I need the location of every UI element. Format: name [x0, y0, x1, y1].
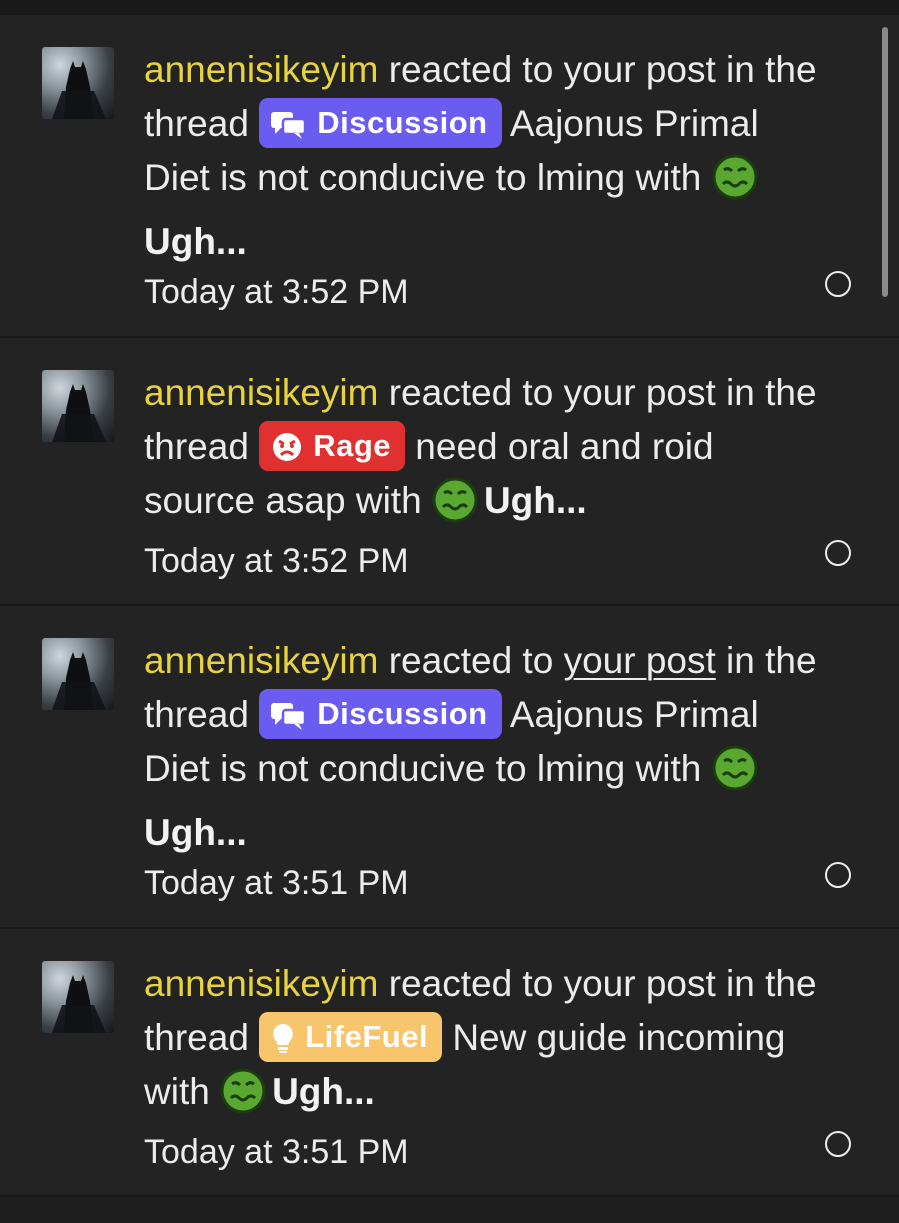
notification-item[interactable]: annenisikeyim reacted to your post in th…	[0, 338, 899, 606]
scrollbar[interactable]	[882, 27, 888, 297]
notification-item[interactable]: annenisikeyim reacted to your post in th…	[0, 606, 899, 929]
thread-prefix-badge[interactable]: LifeFuel	[259, 1012, 443, 1062]
avatar[interactable]	[42, 961, 114, 1033]
avatar[interactable]	[42, 370, 114, 442]
badge-label: Discussion	[317, 105, 488, 140]
post-link[interactable]: your post	[564, 49, 716, 90]
username-link[interactable]: annenisikeyim	[144, 640, 378, 681]
mark-read-toggle[interactable]	[825, 271, 851, 297]
post-link[interactable]: your post	[564, 963, 716, 1004]
notification-text-segment: reacted to	[378, 640, 564, 681]
lightbulb-icon	[271, 1019, 295, 1069]
badge-label: Discussion	[317, 696, 488, 731]
timestamp[interactable]: Today at 3:52 PM	[144, 542, 829, 580]
thread-prefix-badge[interactable]: Discussion	[259, 98, 502, 148]
post-link[interactable]: your post	[564, 640, 716, 681]
chat-bubbles-icon	[271, 105, 307, 155]
badge-label: Rage	[313, 428, 392, 463]
mark-read-toggle[interactable]	[825, 862, 851, 888]
timestamp[interactable]: Today at 3:51 PM	[144, 1133, 829, 1171]
username-link[interactable]: annenisikeyim	[144, 963, 378, 1004]
avatar[interactable]	[42, 638, 114, 710]
notification-text: annenisikeyim reacted to your post in th…	[144, 366, 829, 538]
username-link[interactable]: annenisikeyim	[144, 49, 378, 90]
nauseated-face-icon	[432, 477, 478, 538]
reaction-label: Ugh...	[144, 221, 247, 262]
timestamp[interactable]: Today at 3:52 PM	[144, 273, 829, 311]
mark-read-toggle[interactable]	[825, 540, 851, 566]
angry-face-icon	[271, 428, 303, 478]
timestamp[interactable]: Today at 3:51 PM	[144, 864, 829, 902]
reaction-label: Ugh...	[272, 1071, 375, 1112]
notification-text: annenisikeyim reacted to your post in th…	[144, 43, 829, 269]
notification-text-segment: reacted to	[378, 963, 564, 1004]
chat-bubbles-icon	[271, 696, 307, 746]
notification-text: annenisikeyim reacted to your post in th…	[144, 634, 829, 860]
post-link[interactable]: your post	[564, 372, 716, 413]
reaction-label: Ugh...	[144, 812, 247, 853]
avatar[interactable]	[42, 47, 114, 119]
notification-item[interactable]: annenisikeyim reacted to your post in th…	[0, 929, 899, 1197]
notification-text: annenisikeyim reacted to your post in th…	[144, 957, 829, 1129]
reaction-label: Ugh...	[483, 480, 587, 521]
username-link[interactable]: annenisikeyim	[144, 372, 378, 413]
nauseated-face-icon	[220, 1068, 266, 1129]
thread-prefix-badge[interactable]: Discussion	[259, 689, 502, 739]
notification-item[interactable]: annenisikeyim reacted to your post in th…	[0, 15, 899, 338]
notification-text-segment: reacted to	[378, 372, 564, 413]
notification-text-segment: reacted to	[378, 49, 564, 90]
nauseated-face-icon	[712, 745, 758, 806]
mark-read-toggle[interactable]	[825, 1131, 851, 1157]
thread-prefix-badge[interactable]: Rage	[259, 421, 406, 471]
nauseated-face-icon	[712, 154, 758, 215]
notification-list: annenisikeyim reacted to your post in th…	[0, 0, 899, 1223]
badge-label: LifeFuel	[305, 1019, 429, 1054]
